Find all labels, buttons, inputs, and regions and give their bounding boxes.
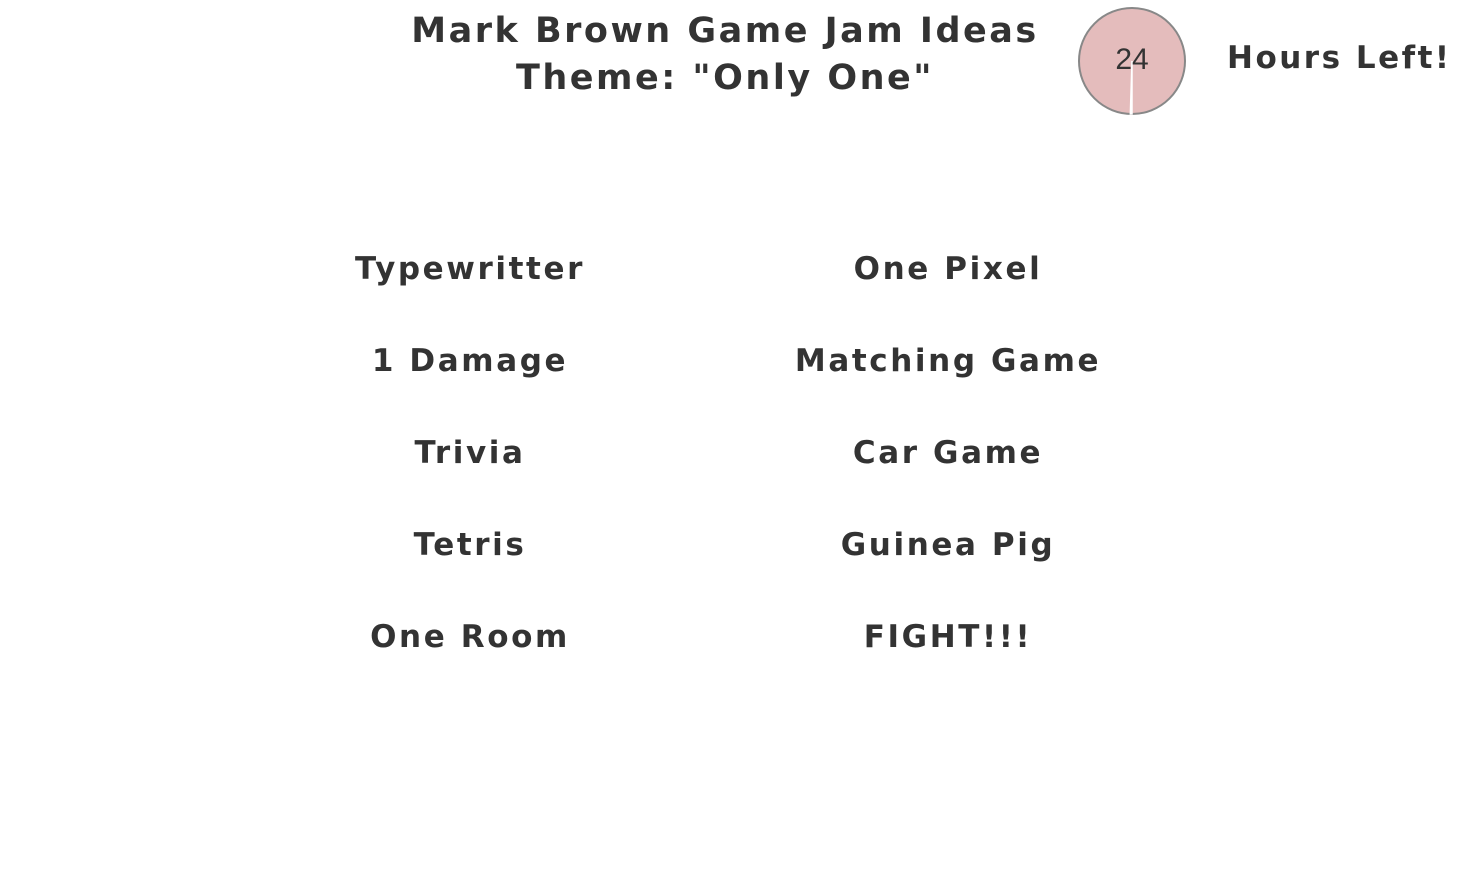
countdown-timer: 24 xyxy=(1077,7,1187,117)
idea-item[interactable]: One Room xyxy=(260,608,680,666)
idea-item[interactable]: Car Game xyxy=(738,424,1158,482)
timer-caption: Hours Left! xyxy=(1227,40,1452,76)
idea-item[interactable]: Trivia xyxy=(260,424,680,482)
title-line: Mark Brown Game Jam Ideas xyxy=(411,11,1039,51)
idea-item[interactable]: One Pixel xyxy=(738,240,1158,298)
idea-item[interactable]: 1 Damage xyxy=(260,332,680,390)
idea-item[interactable]: FIGHT!!! xyxy=(738,608,1158,666)
page-title: Mark Brown Game Jam Ideas Theme: "Only O… xyxy=(380,8,1070,102)
timer-value: 24 xyxy=(1115,43,1149,76)
idea-item[interactable]: Tetris xyxy=(260,516,680,574)
theme-line: Theme: "Only One" xyxy=(516,58,934,98)
idea-item[interactable]: Matching Game xyxy=(738,332,1158,390)
idea-item[interactable]: Typewritter xyxy=(260,240,680,298)
idea-item[interactable]: Guinea Pig xyxy=(738,516,1158,574)
